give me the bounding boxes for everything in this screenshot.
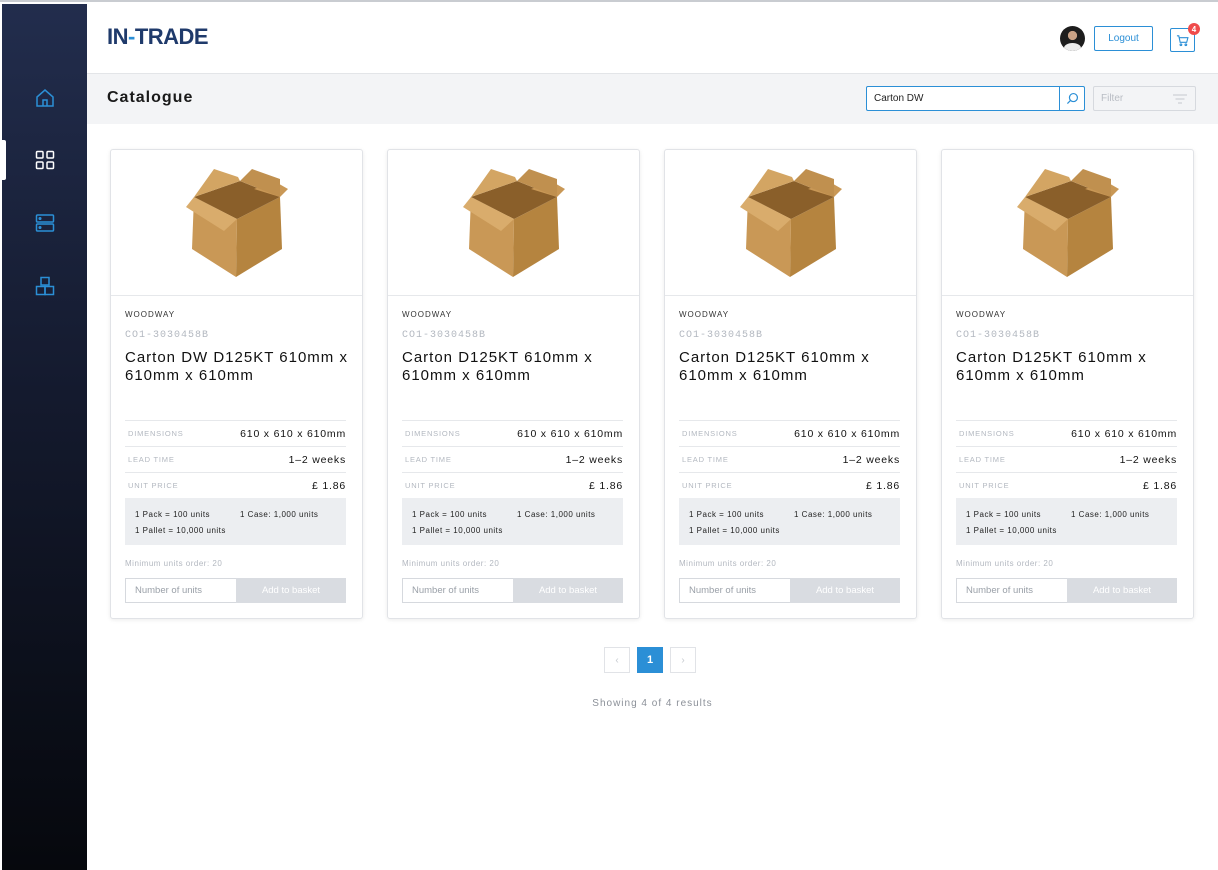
spec-dimensions: DIMENSIONS 610 x 610 x 610mm <box>956 420 1177 446</box>
quantity-field <box>679 578 790 603</box>
product-brand: WOODWAY <box>679 310 730 319</box>
cart-icon <box>1176 34 1189 46</box>
sidebar-item-home[interactable] <box>2 78 87 118</box>
pack-info: 1 Pack = 100 units 1 Case: 1,000 units 1 … <box>125 498 346 545</box>
product-name[interactable]: Carton D125KT 610mm x 610mm x 610mm <box>679 349 907 385</box>
product-code: CO1-3030458B <box>125 330 210 341</box>
sidebar <box>2 4 87 870</box>
avatar[interactable] <box>1060 26 1085 51</box>
case-size: 1 Case: 1,000 units <box>517 510 596 519</box>
quantity-input[interactable] <box>957 579 1067 602</box>
sidebar-item-catalogue[interactable] <box>2 140 87 180</box>
minimum-order: Minimum units order: 20 <box>679 559 777 568</box>
product-brand: WOODWAY <box>956 310 1007 319</box>
quantity-input[interactable] <box>403 579 513 602</box>
spec-lead-time: LEAD TIME 1–2 weeks <box>402 446 623 472</box>
next-page-button[interactable]: › <box>670 647 696 673</box>
product-card: WOODWAY CO1-3030458B Carton DW D125KT 61… <box>110 149 363 619</box>
minimum-order: Minimum units order: 20 <box>402 559 500 568</box>
case-size: 1 Case: 1,000 units <box>794 510 873 519</box>
pagination: ‹ 1 › <box>604 647 696 673</box>
product-card: WOODWAY CO1-3030458B Carton D125KT 610mm… <box>941 149 1194 619</box>
search-input[interactable] <box>867 87 1059 110</box>
filter-dropdown[interactable]: Filter <box>1093 86 1196 111</box>
carton-box-image <box>185 168 288 277</box>
sidebar-item-orders[interactable] <box>2 203 87 243</box>
quantity-field <box>402 578 513 603</box>
carton-box-image <box>739 168 842 277</box>
logout-button[interactable]: Logout <box>1094 26 1153 51</box>
pack-size: 1 Pack = 100 units <box>966 510 1042 519</box>
pallet-size: 1 Pallet = 10,000 units <box>412 526 503 535</box>
spec-lead-time: LEAD TIME 1–2 weeks <box>125 446 346 472</box>
product-name[interactable]: Carton D125KT 610mm x 610mm x 610mm <box>956 349 1184 385</box>
carton-box-image <box>1016 168 1119 277</box>
add-to-basket-button[interactable]: Add to basket <box>513 578 623 603</box>
product-name[interactable]: Carton DW D125KT 610mm x 610mm x 610mm <box>125 349 353 385</box>
page-1-button[interactable]: 1 <box>637 647 663 673</box>
minimum-order: Minimum units order: 20 <box>956 559 1054 568</box>
results-count: Showing 4 of 4 results <box>592 698 713 709</box>
pallet-size: 1 Pallet = 10,000 units <box>135 526 226 535</box>
product-code: CO1-3030458B <box>956 330 1041 341</box>
pack-size: 1 Pack = 100 units <box>412 510 488 519</box>
home-icon <box>35 89 54 107</box>
carton-box-image <box>462 168 565 277</box>
add-to-basket-button[interactable]: Add to basket <box>236 578 346 603</box>
prev-page-button[interactable]: ‹ <box>604 647 630 673</box>
filter-icon <box>1173 93 1187 104</box>
spec-unit-price: UNIT PRICE £ 1.86 <box>679 472 900 498</box>
product-image[interactable] <box>665 150 916 296</box>
spec-dimensions: DIMENSIONS 610 x 610 x 610mm <box>125 420 346 446</box>
product-code: CO1-3030458B <box>402 330 487 341</box>
minimum-order: Minimum units order: 20 <box>125 559 223 568</box>
case-size: 1 Case: 1,000 units <box>1071 510 1150 519</box>
spec-lead-time: LEAD TIME 1–2 weeks <box>679 446 900 472</box>
quantity-input[interactable] <box>680 579 790 602</box>
filter-placeholder: Filter <box>1101 93 1124 104</box>
app-window: IN-TRADE Logout 4 Catalogue Filter <box>0 0 1218 870</box>
spec-unit-price: UNIT PRICE £ 1.86 <box>125 472 346 498</box>
pallet-size: 1 Pallet = 10,000 units <box>689 526 780 535</box>
sidebar-item-stock[interactable] <box>2 266 87 306</box>
search-button[interactable] <box>1059 87 1084 110</box>
page-toolbar: Catalogue Filter <box>87 74 1218 124</box>
quantity-field <box>956 578 1067 603</box>
pack-info: 1 Pack = 100 units 1 Case: 1,000 units 1 … <box>956 498 1177 545</box>
product-name[interactable]: Carton D125KT 610mm x 610mm x 610mm <box>402 349 630 385</box>
top-header: IN-TRADE Logout 4 <box>87 4 1218 74</box>
cart-count-badge: 4 <box>1188 23 1200 35</box>
add-to-basket-button[interactable]: Add to basket <box>790 578 900 603</box>
pack-size: 1 Pack = 100 units <box>135 510 211 519</box>
pallet-size: 1 Pallet = 10,000 units <box>966 526 1057 535</box>
spec-dimensions: DIMENSIONS 610 x 610 x 610mm <box>679 420 900 446</box>
pack-size: 1 Pack = 100 units <box>689 510 765 519</box>
case-size: 1 Case: 1,000 units <box>240 510 319 519</box>
product-image[interactable] <box>942 150 1193 296</box>
product-image[interactable] <box>388 150 639 296</box>
spec-lead-time: LEAD TIME 1–2 weeks <box>956 446 1177 472</box>
quantity-input[interactable] <box>126 579 236 602</box>
search-box <box>866 86 1085 111</box>
spec-unit-price: UNIT PRICE £ 1.86 <box>402 472 623 498</box>
product-card: WOODWAY CO1-3030458B Carton D125KT 610mm… <box>387 149 640 619</box>
page-title: Catalogue <box>107 89 194 106</box>
server-icon <box>35 214 54 232</box>
pack-info: 1 Pack = 100 units 1 Case: 1,000 units 1 … <box>402 498 623 545</box>
brand-logo[interactable]: IN-TRADE <box>107 24 209 50</box>
product-card: WOODWAY CO1-3030458B Carton D125KT 610mm… <box>664 149 917 619</box>
boxes-icon <box>35 276 54 296</box>
cart-button[interactable]: 4 <box>1170 23 1200 52</box>
spec-dimensions: DIMENSIONS 610 x 610 x 610mm <box>402 420 623 446</box>
product-code: CO1-3030458B <box>679 330 764 341</box>
add-to-basket-button[interactable]: Add to basket <box>1067 578 1177 603</box>
pack-info: 1 Pack = 100 units 1 Case: 1,000 units 1 … <box>679 498 900 545</box>
grid-icon <box>35 150 54 170</box>
search-icon <box>1066 92 1078 105</box>
product-brand: WOODWAY <box>402 310 453 319</box>
product-brand: WOODWAY <box>125 310 176 319</box>
spec-unit-price: UNIT PRICE £ 1.86 <box>956 472 1177 498</box>
product-image[interactable] <box>111 150 362 296</box>
quantity-field <box>125 578 236 603</box>
